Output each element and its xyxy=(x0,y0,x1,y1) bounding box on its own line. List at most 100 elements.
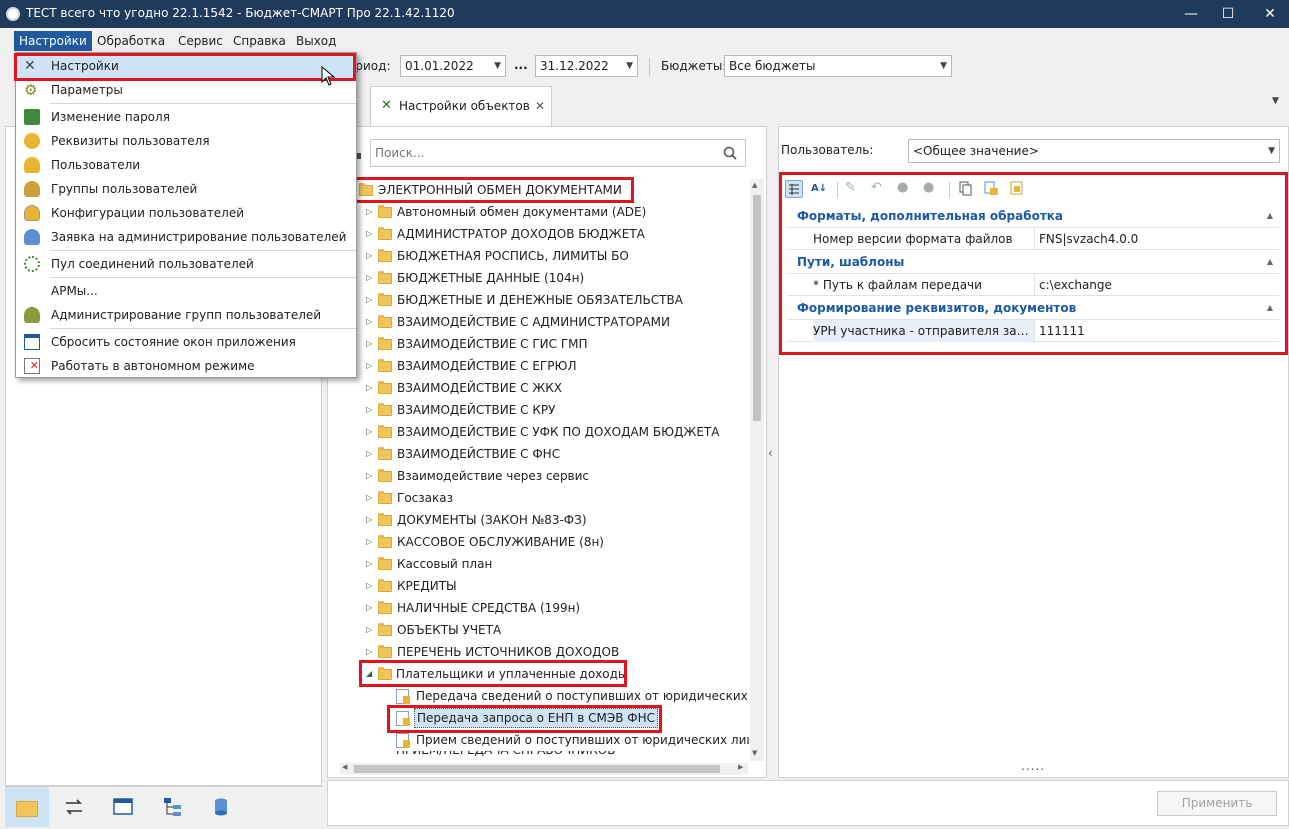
expand-arrow-icon[interactable]: ▷ xyxy=(366,443,372,465)
tab-overflow-icon[interactable]: ▼ xyxy=(1272,96,1279,106)
tab-object-settings[interactable]: ✕ Настройки объектов ✕ xyxy=(370,86,552,126)
folder-icon xyxy=(378,205,392,218)
title-bar: ТЕСТ всего что угодно 22.1.1542 - Бюджет… xyxy=(0,0,1289,28)
app-icon[interactable] xyxy=(6,7,20,21)
expand-arrow-icon[interactable]: ▷ xyxy=(366,223,372,245)
nav-exchange-button[interactable] xyxy=(63,796,85,818)
expand-arrow-icon[interactable]: ▷ xyxy=(366,355,372,377)
menu-item-admin-request[interactable]: Заявка на администрирование пользователе… xyxy=(16,225,356,249)
user-combo[interactable]: <Общее значение> ▼ xyxy=(908,139,1280,163)
tree-folder-row[interactable]: ▷ Госзаказ xyxy=(366,487,746,509)
tree-folder-row[interactable]: ▷ ВЗАИМОДЕЙСТВИЕ С ФНС xyxy=(366,443,746,465)
expand-arrow-icon[interactable]: ▷ xyxy=(366,619,372,641)
search-box[interactable] xyxy=(370,139,746,167)
expand-arrow-icon[interactable]: ▷ xyxy=(366,245,372,267)
expand-arrow-icon[interactable]: ▷ xyxy=(366,311,372,333)
budgets-combo[interactable]: Все бюджеты ▼ xyxy=(724,55,952,77)
menu-item-user-configs[interactable]: Конфигурации пользователей xyxy=(16,201,356,225)
nav-window-button[interactable] xyxy=(112,796,134,818)
tree-folder-row[interactable]: ▷ ПЕРЕЧЕНЬ ИСТОЧНИКОВ ДОХОДОВ xyxy=(366,641,746,663)
date-from-combo[interactable]: 01.01.2022 ▼ xyxy=(400,55,506,77)
tree-folder-row[interactable]: ▷ ВЗАИМОДЕЙСТВИЕ С ЕГРЮЛ xyxy=(366,355,746,377)
expand-arrow-icon[interactable]: ▷ xyxy=(366,553,372,575)
nav-tree-button[interactable] xyxy=(162,796,184,818)
chevron-down-icon: ▼ xyxy=(626,61,633,71)
minimize-button[interactable]: — xyxy=(1175,3,1207,25)
menu-help[interactable]: Справка xyxy=(228,31,291,51)
menu-service[interactable]: Сервис xyxy=(173,31,228,51)
scroll-thumb[interactable] xyxy=(354,765,720,773)
expand-arrow-icon[interactable]: ▷ xyxy=(366,399,372,421)
search-icon[interactable] xyxy=(723,146,737,160)
folder-icon xyxy=(378,271,392,284)
menu-item-label: Параметры xyxy=(51,83,123,97)
tree-child-row[interactable]: Прием сведений о поступивших от юридичес… xyxy=(394,729,749,751)
menu-exit[interactable]: Выход xyxy=(291,31,341,51)
tree-folder-row[interactable]: ▷ КАССОВОЕ ОБСЛУЖИВАНИЕ (8н) xyxy=(366,531,746,553)
expand-arrow-icon[interactable]: ▷ xyxy=(366,487,372,509)
nav-database-button[interactable] xyxy=(210,796,232,818)
tree-folder-row[interactable]: ▷ БЮДЖЕТНАЯ РОСПИСЬ, ЛИМИТЫ БО xyxy=(366,245,746,267)
tree-folder-row[interactable]: ▷ ВЗАИМОДЕЙСТВИЕ С ГИС ГМП xyxy=(366,333,746,355)
expand-arrow-icon[interactable]: ▷ xyxy=(366,531,372,553)
menu-item-users[interactable]: Пользователи xyxy=(16,153,356,177)
apply-button[interactable]: Применить xyxy=(1157,791,1277,816)
tree-folder-row[interactable]: ▷ БЮДЖЕТНЫЕ И ДЕНЕЖНЫЕ ОБЯЗАТЕЛЬСТВА xyxy=(366,289,746,311)
expand-arrow-icon[interactable]: ▷ xyxy=(366,333,372,355)
tree-child-row[interactable]: Передача сведений о поступивших от юриди… xyxy=(394,685,749,707)
folder-icon xyxy=(378,535,392,548)
expand-arrow-icon[interactable]: ▷ xyxy=(366,509,372,531)
maximize-button[interactable]: ☐ xyxy=(1212,3,1244,25)
tree-folder-row[interactable]: ▷ ВЗАИМОДЕЙСТВИЕ С ЖКХ xyxy=(366,377,746,399)
tree-folder-row[interactable]: ▷ ДОКУМЕНТЫ (ЗАКОН №83-ФЗ) xyxy=(366,509,746,531)
tree-vertical-scrollbar[interactable]: ▲ ▼ xyxy=(750,179,764,761)
tree-folder-row[interactable]: ▷ Автономный обмен документами (ADE) xyxy=(366,201,746,223)
expand-arrow-icon[interactable]: ▷ xyxy=(366,575,372,597)
scroll-down-icon[interactable]: ▼ xyxy=(752,749,757,757)
menu-item-connection-pool[interactable]: Пул соединений пользователей xyxy=(16,252,356,276)
tree-folder-row[interactable]: ▷ БЮДЖЕТНЫЕ ДАННЫЕ (104н) xyxy=(366,267,746,289)
expand-arrow-icon[interactable]: ▷ xyxy=(366,289,372,311)
menu-item-offline-mode[interactable]: ✕ Работать в автономном режиме xyxy=(16,354,356,378)
tree-folder-row[interactable]: ▷ АДМИНИСТРАТОР ДОХОДОВ БЮДЖЕТА xyxy=(366,223,746,245)
expand-arrow-icon[interactable]: ▷ xyxy=(366,377,372,399)
menu-item-change-password[interactable]: Изменение пароля xyxy=(16,105,356,129)
tree-folder-row[interactable]: ▷ ОБЪЕКТЫ УЧЕТА xyxy=(366,619,746,641)
menu-item-user-groups[interactable]: Группы пользователей xyxy=(16,177,356,201)
menu-item-arms[interactable]: АРМы... xyxy=(16,279,356,303)
scroll-up-icon[interactable]: ▲ xyxy=(752,181,757,189)
scroll-right-icon[interactable]: ▶ xyxy=(738,763,743,771)
expand-arrow-icon[interactable]: ▷ xyxy=(366,201,372,223)
expand-arrow-icon[interactable]: ▷ xyxy=(366,267,372,289)
tree-folder-row[interactable]: ▷ ВЗАИМОДЕЙСТВИЕ С УФК ПО ДОХОДАМ БЮДЖЕТА xyxy=(366,421,746,443)
folder-icon xyxy=(378,491,392,504)
splitter-collapse-icon[interactable]: ‹ xyxy=(768,446,773,460)
menu-item-user-requisites[interactable]: Реквизиты пользователя xyxy=(16,129,356,153)
scroll-thumb[interactable] xyxy=(753,195,761,421)
menu-item-reset-windows[interactable]: Сбросить состояние окон приложения xyxy=(16,330,356,354)
tree-folder-label: АДМИНИСТРАТОР ДОХОДОВ БЮДЖЕТА xyxy=(397,227,645,241)
tree-folder-row[interactable]: ▷ Взаимодействие через сервис xyxy=(366,465,746,487)
tab-close-icon[interactable]: ✕ xyxy=(535,99,545,113)
tree-folder-row[interactable]: ▷ КРЕДИТЫ xyxy=(366,575,746,597)
tree-folder-row[interactable]: ▷ Кассовый план xyxy=(366,553,746,575)
menu-settings[interactable]: Настройки xyxy=(14,31,92,51)
offline-icon: ✕ xyxy=(24,358,40,374)
resize-grip[interactable]: ..... xyxy=(1021,759,1045,773)
expand-arrow-icon[interactable]: ▷ xyxy=(366,465,372,487)
tree-folder-row[interactable]: ▷ ВЗАИМОДЕЙСТВИЕ С АДМИНИСТРАТОРАМИ xyxy=(366,311,746,333)
search-input[interactable] xyxy=(375,144,705,162)
tree-folder-row[interactable]: ▷ НАЛИЧНЫЕ СРЕДСТВА (199н) xyxy=(366,597,746,619)
date-to-combo[interactable]: 31.12.2022 ▼ xyxy=(535,55,638,77)
close-window-button[interactable]: ✕ xyxy=(1254,3,1286,25)
menu-processing[interactable]: Обработка xyxy=(92,31,170,51)
tree-folder-row[interactable]: ▷ ВЗАИМОДЕЙСТВИЕ С КРУ xyxy=(366,399,746,421)
tree-horizontal-scrollbar[interactable]: ◀ ▶ xyxy=(340,763,748,775)
expand-arrow-icon[interactable]: ▷ xyxy=(366,597,372,619)
scroll-left-icon[interactable]: ◀ xyxy=(342,763,347,771)
expand-arrow-icon[interactable]: ▷ xyxy=(366,641,372,663)
nav-folders-button[interactable] xyxy=(5,787,49,827)
menu-item-group-admin[interactable]: Администрирование групп пользователей xyxy=(16,303,356,327)
expand-arrow-icon[interactable]: ▷ xyxy=(366,421,372,443)
menu-item-parameters[interactable]: ⚙ Параметры xyxy=(16,78,356,102)
